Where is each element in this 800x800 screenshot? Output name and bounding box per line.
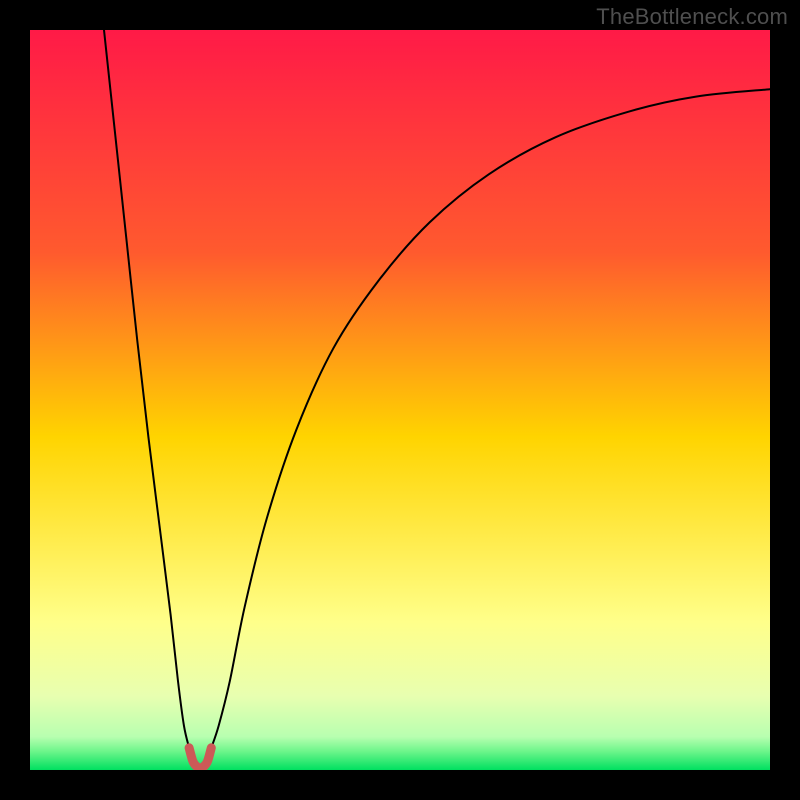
bottleneck-curve-plot (30, 30, 770, 770)
chart-container: TheBottleneck.com (0, 0, 800, 800)
plot-svg (30, 30, 770, 770)
watermark-text: TheBottleneck.com (596, 4, 788, 30)
gradient-background (30, 30, 770, 770)
